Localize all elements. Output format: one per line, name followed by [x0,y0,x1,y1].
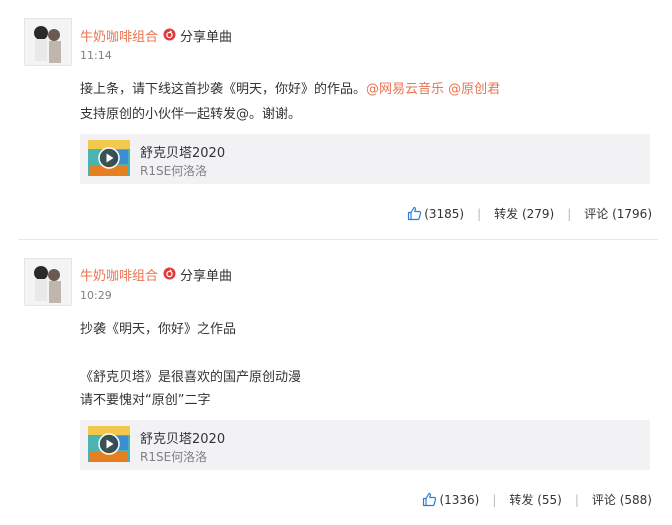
comment-button[interactable]: 评论 (588) [592,491,652,508]
album-cover[interactable] [88,426,130,462]
netease-music-icon [163,28,176,41]
post-text: 请不要愧对“原创”二字 [80,393,211,408]
post-text-line: 《舒克贝塔》是很喜欢的国产原创动漫 [80,366,301,385]
post: 牛奶咖啡组合 分享单曲 10:29 抄袭《明天，你好》之作品 《舒克贝塔》是很喜… [0,240,672,525]
action-separator: | [567,206,572,221]
action-separator: | [574,492,579,507]
play-icon[interactable] [98,147,120,169]
post-text-line: 支持原创的小伙伴一起转发@。谢谢。 [80,103,301,122]
like-count: (1336) [439,492,480,507]
source-label: 分享单曲 [180,269,233,284]
post-text: 支持原创的小伙伴一起转发@。谢谢。 [80,107,302,122]
action-separator: | [477,206,482,221]
song-artist[interactable]: R1SE何洛洛 [140,162,207,179]
album-cover[interactable] [88,140,130,176]
mention-link[interactable]: @网易云音乐 [366,82,444,97]
mention-link[interactable]: @原创君 [448,82,500,97]
action-bar: (3185) | 转发 (279) | 评论 (1796) [407,205,652,222]
repost-button[interactable]: 转发 (279) [494,205,554,222]
thumbs-up-icon [423,492,437,507]
thumbs-up-icon [408,206,422,221]
author-name[interactable]: 牛奶咖啡组合 [80,265,158,284]
action-separator: | [492,492,497,507]
like-button[interactable]: (1336) [422,492,479,507]
music-card[interactable]: 舒克贝塔2020 R1SE何洛洛 [80,420,650,470]
song-title[interactable]: 舒克贝塔2020 [140,428,225,447]
song-title[interactable]: 舒克贝塔2020 [140,142,225,161]
comment-button[interactable]: 评论 (1796) [584,205,652,222]
netease-music-icon [163,267,176,280]
post-text-line: 接上条，请下线这首抄袭《明天，你好》的作品。@网易云音乐 @原创君 [80,78,500,97]
music-card[interactable]: 舒克贝塔2020 R1SE何洛洛 [80,134,650,184]
source-label: 分享单曲 [180,30,233,45]
play-icon[interactable] [98,433,120,455]
author-name[interactable]: 牛奶咖啡组合 [80,26,158,45]
repost-button[interactable]: 转发 (55) [509,491,561,508]
post-text-line: 抄袭《明天，你好》之作品 [80,318,236,337]
action-bar: (1336) | 转发 (55) | 评论 (588) [422,491,652,508]
post-text: 接上条，请下线这首抄袭《明天，你好》的作品。 [80,82,367,97]
post: 牛奶咖啡组合 分享单曲 11:14 接上条，请下线这首抄袭《明天，你好》的作品。… [0,0,672,240]
like-count: (3185) [424,206,465,221]
avatar-photo [25,19,71,65]
post-text: 抄袭《明天，你好》之作品 [80,322,237,337]
post-text-line: 请不要愧对“原创”二字 [80,389,210,408]
post-time[interactable]: 11:14 [80,49,112,62]
like-button[interactable]: (3185) [407,206,464,221]
post-time[interactable]: 10:29 [80,289,112,302]
avatar-photo [25,259,71,305]
avatar[interactable] [24,258,72,306]
avatar[interactable] [24,18,72,66]
song-artist[interactable]: R1SE何洛洛 [140,448,207,465]
post-text: 《舒克贝塔》是很喜欢的国产原创动漫 [80,370,302,385]
